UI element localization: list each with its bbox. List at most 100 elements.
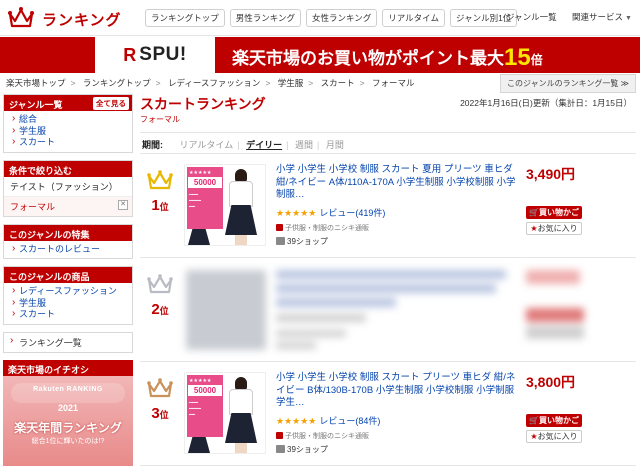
- products-box-header: このジャンルの商品: [4, 267, 132, 283]
- promo-subtitle: 総合1位に輝いたのは!?: [31, 437, 105, 445]
- review-link[interactable]: レビュー(419件): [319, 208, 385, 218]
- rank-number: 3位: [151, 405, 169, 422]
- shop-count-link[interactable]: 39ショップ: [276, 444, 328, 455]
- breadcrumb-item[interactable]: スカート: [321, 78, 355, 88]
- promo-year: 2021: [57, 402, 79, 413]
- spu-banner[interactable]: R SPU! 楽天市場のお買い物がポイント最大15倍: [0, 37, 640, 73]
- see-all-button[interactable]: 全て見る: [93, 97, 129, 110]
- annual-ranking-promo[interactable]: Rakuten RANKING 2021 楽天年間ランキング 総合1位に輝いたの…: [3, 375, 133, 466]
- product-title-link[interactable]: 小学 小学生 小学校 制服 スカート 夏用 プリーツ 車ヒダ 紺/ネイビー A体…: [276, 164, 516, 202]
- genre-ranking-list-button[interactable]: このジャンルのランキング一覧 ≫: [500, 74, 636, 93]
- rank-badge: 1位: [144, 170, 176, 214]
- breadcrumb: 楽天市場トップ > ランキングトップ > レディースファッション > 学生服 > スカー…: [6, 78, 415, 88]
- product-genre-skirt[interactable]: スカート: [12, 308, 126, 321]
- breadcrumb-item[interactable]: レディースファッション: [168, 78, 260, 88]
- rank-number: 2位: [151, 301, 169, 318]
- genre-box: ジャンル一覧 全て見る 総合 学生服 スカート: [3, 94, 133, 153]
- store-icon: [276, 445, 285, 453]
- banner-unit: 倍: [530, 53, 543, 67]
- related-services-menu[interactable]: 関連サービス ▼: [572, 11, 632, 23]
- nav-realtime[interactable]: リアルタイム: [382, 9, 445, 27]
- top-header: ランキング ランキングトップ 男性ランキング 女性ランキング リアルタイム ジャ…: [0, 0, 640, 36]
- silver-crown-icon: [147, 274, 173, 294]
- genre-item-uniform[interactable]: 学生服: [12, 125, 126, 138]
- rating-stars: ★★★★★ レビュー(84件): [276, 416, 381, 426]
- breadcrumb-item[interactable]: ランキングトップ: [83, 78, 151, 88]
- favorite-button[interactable]: ★お気に入り: [526, 222, 582, 235]
- products-box: このジャンルの商品 レディースファッション 学生服 スカート: [3, 266, 133, 325]
- coupon-badge: ★★★★★ 50000 ━━━ ━━━━ ━━: [187, 167, 223, 229]
- page-subtitle: フォーマル: [140, 115, 180, 124]
- filter-box-header: 条件で絞り込む: [4, 160, 132, 177]
- period-weekly[interactable]: 週間: [295, 140, 313, 150]
- add-to-cart-button[interactable]: 🛒買い物かご: [526, 206, 582, 219]
- features-box-header: このジャンルの特集: [4, 224, 132, 241]
- period-daily[interactable]: デイリー: [246, 140, 282, 150]
- favorite-button[interactable]: ★お気に入り: [526, 430, 582, 443]
- genre-box-header: ジャンル一覧 全て見る: [4, 95, 132, 111]
- product-genre-ladies[interactable]: レディースファッション: [12, 285, 126, 298]
- period-monthly[interactable]: 月間: [326, 140, 344, 150]
- genre-list-link[interactable]: ジャンル一覧: [506, 11, 557, 23]
- update-date: 2022年1月16日(日)更新（集計日：1月15日）: [460, 98, 632, 108]
- shop-name-link[interactable]: 子供服・制服のニシキ通販: [276, 223, 369, 233]
- add-to-cart-button[interactable]: 🛒買い物かご: [526, 414, 582, 427]
- product-price: 3,800円: [526, 374, 576, 390]
- breadcrumb-item[interactable]: 楽天市場トップ: [6, 78, 66, 88]
- feature-item-skirt-review[interactable]: スカートのレビュー: [12, 243, 126, 256]
- shop-icon: [276, 432, 283, 439]
- product-image[interactable]: ★★★★★ 50000 ━━━ ━━━━ ━━: [184, 164, 266, 246]
- promo-rakuten-ranking: Rakuten RANKING: [33, 385, 103, 393]
- banner-text: 楽天市場のお買い物がポイント最大15倍: [232, 43, 543, 71]
- banner-main-text: 楽天市場のお買い物がポイント最大: [232, 49, 504, 68]
- ranking-item: 3位 ★★★★★ 50000 ━━━ ━━━━ ━━ 小学 小学生 小学校 制服 ス…: [140, 364, 636, 466]
- shop-count-link[interactable]: 39ショップ: [276, 236, 328, 247]
- nav-male-ranking[interactable]: 男性ランキング: [229, 9, 301, 27]
- rating-stars: ★★★★★ レビュー(419件): [276, 208, 386, 218]
- spu-label: SPU!: [139, 44, 187, 65]
- site-title[interactable]: ランキング: [42, 9, 122, 30]
- products-list: レディースファッション 学生服 スカート: [4, 283, 132, 324]
- close-icon[interactable]: ✕: [118, 199, 128, 210]
- filter-taste-row[interactable]: テイスト（ファッション）: [4, 177, 132, 197]
- page-title: スカートランキング: [140, 96, 266, 112]
- store-icon: [276, 237, 285, 245]
- ichioshi-header: 楽天市場のイチオシ: [3, 359, 133, 376]
- ranking-item: 1位 ★★★★★ 50000 ━━━ ━━━━ ━━ 小学 小学生 小学校 制服 ス…: [140, 156, 636, 258]
- shop-icon: [276, 224, 283, 231]
- product-genre-uniform[interactable]: 学生服: [12, 297, 126, 310]
- coupon-amount: 50000: [188, 177, 222, 188]
- shop-name-link[interactable]: 子供服・制服のニシキ通販: [276, 431, 369, 441]
- genre-item-skirt[interactable]: スカート: [12, 136, 126, 149]
- period-label: 期間:: [142, 140, 163, 150]
- breadcrumb-item[interactable]: フォーマル: [372, 78, 415, 88]
- review-link[interactable]: レビュー(84件): [319, 416, 380, 426]
- nav-ranking-top[interactable]: ランキングトップ: [145, 9, 225, 27]
- product-title-link[interactable]: 小学 小学生 小学校 制服 スカート プリーツ 車ヒダ 紺/ネイビー B体/13…: [276, 372, 516, 410]
- ranking-list-link[interactable]: ランキング一覧: [3, 331, 133, 353]
- ichioshi-box: 楽天市場のイチオシ Rakuten RANKING 2021 楽天年間ランキング…: [3, 359, 133, 466]
- promo-title: 楽天年間ランキング: [14, 420, 122, 435]
- period-realtime[interactable]: リアルタイム: [180, 140, 234, 150]
- ranking-item-blurred: 2位: [140, 260, 636, 362]
- rank-badge: 3位: [144, 378, 176, 422]
- product-image[interactable]: ★★★★★ 50000 ━━━ ━━━━ ━━: [184, 372, 266, 454]
- filter-selected-label: フォーマル: [10, 201, 56, 212]
- star-icon: ★: [530, 432, 538, 441]
- breadcrumb-item[interactable]: 学生服: [278, 78, 304, 88]
- genre-list: 総合 学生服 スカート: [4, 111, 132, 152]
- rakuten-r-icon: R: [123, 44, 137, 65]
- filter-selected-formal[interactable]: フォーマル ✕: [4, 196, 132, 216]
- nav-female-ranking[interactable]: 女性ランキング: [306, 9, 378, 27]
- crown-logo-icon[interactable]: [8, 6, 34, 30]
- rank-badge: 2位: [144, 274, 176, 318]
- chevron-down-icon: ▼: [625, 15, 632, 22]
- genre-item-overall[interactable]: 総合: [12, 113, 126, 126]
- spu-logo: R SPU!: [95, 37, 215, 73]
- coupon-badge: ★★★★★ 50000 ━━━ ━━━━ ━━: [187, 375, 223, 437]
- product-price: 3,490円: [526, 166, 576, 182]
- bronze-crown-icon: [147, 378, 173, 398]
- coupon-amount: 50000: [188, 385, 222, 396]
- nav-pills: ランキングトップ 男性ランキング 女性ランキング リアルタイム ジャンル別1位: [145, 9, 518, 27]
- rank-number: 1位: [151, 197, 169, 214]
